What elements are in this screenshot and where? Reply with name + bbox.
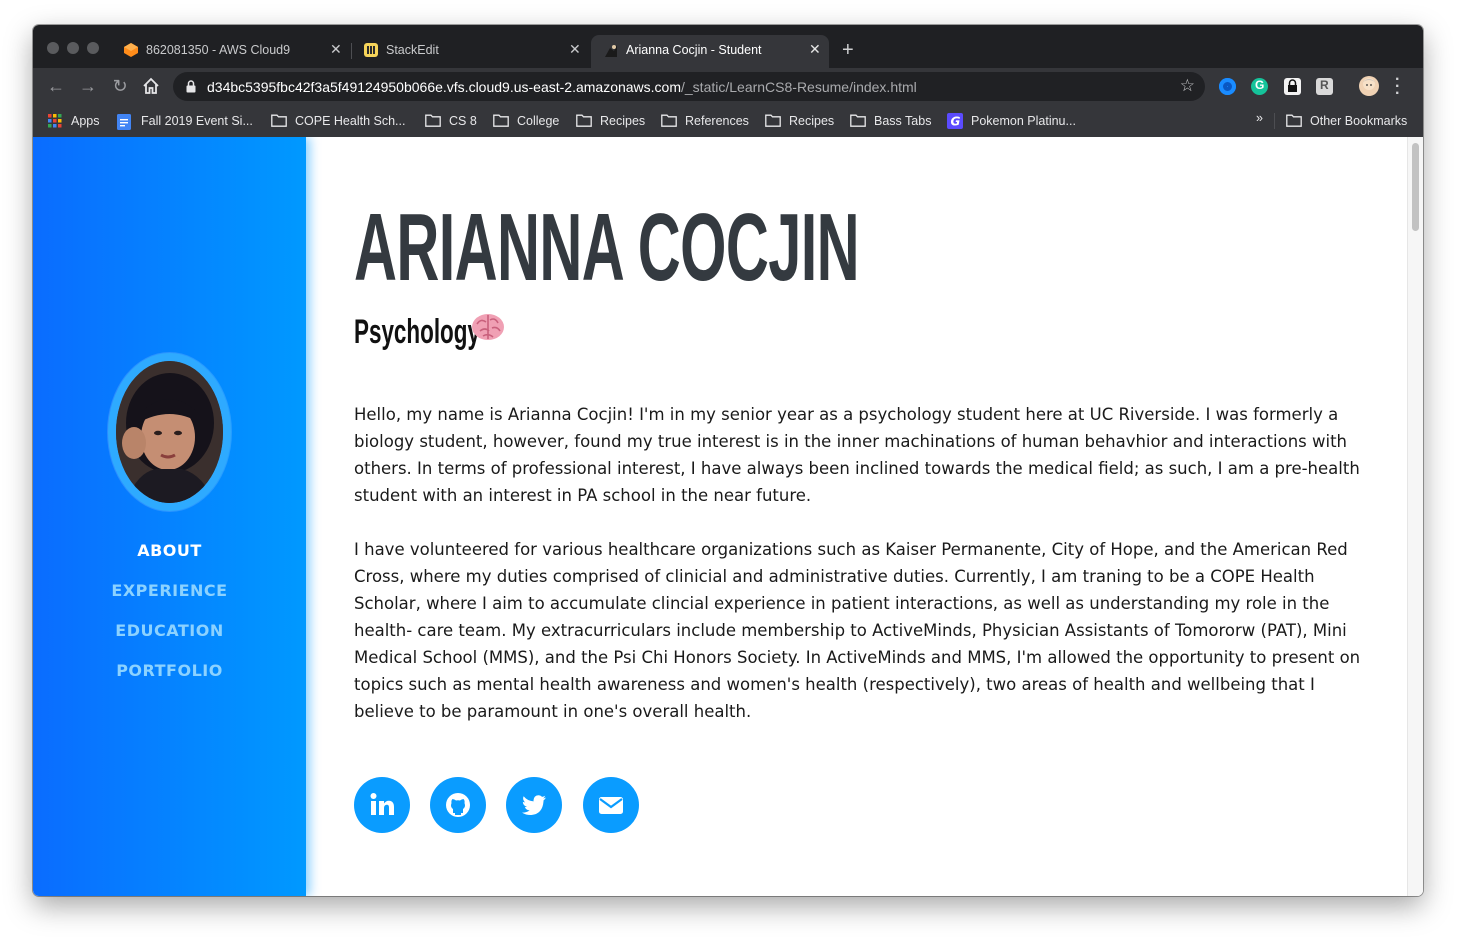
url-path: /_static/LearnCS8-Resume/index.html (681, 79, 917, 95)
bookmarks-overflow-label: » (1256, 111, 1263, 125)
page-title: ARIANNA COCJIN (354, 194, 860, 301)
lock-icon (186, 80, 196, 93)
brain-icon (472, 314, 504, 340)
tab-arianna-cocjin[interactable]: Arianna Cocjin - Student ✕ (591, 35, 829, 68)
tab-title: Arianna Cocjin - Student (626, 43, 762, 57)
nav-about[interactable]: ABOUT (33, 541, 306, 560)
tab-stackedit[interactable]: StackEdit ✕ (363, 35, 588, 68)
bookmarks-separator (1274, 113, 1275, 129)
profile-avatar-icon[interactable] (1359, 76, 1379, 96)
forward-icon[interactable]: → (77, 75, 99, 97)
linkedin-button[interactable] (354, 777, 410, 833)
bookmark-label: Other Bookmarks (1310, 114, 1408, 128)
subtitle: Psychology (354, 313, 480, 351)
scrollbar-thumb[interactable] (1412, 143, 1419, 231)
grammarly-icon[interactable]: G (1251, 78, 1268, 95)
avatar (116, 361, 223, 503)
new-tab-button[interactable]: + (842, 39, 854, 61)
close-tab-icon[interactable]: ✕ (569, 41, 581, 58)
page-scrollbar[interactable] (1407, 137, 1423, 896)
github-icon (446, 793, 470, 817)
google-docs-icon (117, 114, 131, 130)
browser-toolbar: ← → ↻ d34bc5395fbc42f3a5f49124950b066e.v… (33, 68, 1423, 105)
close-tab-icon[interactable]: ✕ (809, 41, 821, 58)
bookmark-label: Recipes (789, 114, 835, 128)
svg-text:G: G (951, 115, 961, 129)
address-bar[interactable]: d34bc5395fbc42f3a5f49124950b066e.vfs.clo… (173, 72, 1205, 101)
email-button[interactable] (583, 777, 639, 833)
bookmarks-bar: Apps Fall 2019 Event Si... COPE Health S… (33, 105, 1423, 138)
folder-icon (425, 114, 441, 127)
tab-aws-cloud9[interactable]: 862081350 - AWS Cloud9 ✕ (123, 35, 348, 68)
close-tab-icon[interactable]: ✕ (330, 41, 342, 58)
bookmark-label: Fall 2019 Event Si... (141, 114, 253, 128)
bookmarks-overflow-button[interactable]: » (1256, 111, 1263, 129)
tab-title: 862081350 - AWS Cloud9 (146, 43, 291, 57)
chrome-menu-icon[interactable]: · · · (1395, 72, 1400, 102)
bookmark-label: References (685, 114, 749, 128)
tab-separator (351, 43, 352, 59)
extension-blue-icon[interactable] (1219, 78, 1236, 95)
nav-experience[interactable]: EXPERIENCE (33, 581, 306, 600)
page-viewport: ABOUT EXPERIENCE EDUCATION PORTFOLIO ARI… (33, 137, 1423, 896)
extension-r-icon[interactable]: R (1316, 78, 1333, 95)
bookmark-label: Bass Tabs (874, 114, 932, 128)
folder-icon (1286, 114, 1302, 127)
url-host: d34bc5395fbc42f3a5f49124950b066e.vfs.clo… (207, 79, 681, 95)
folder-icon (765, 114, 781, 127)
bookmark-label: Apps (71, 114, 100, 128)
bookmark-label: Pokemon Platinu... (971, 114, 1076, 128)
reload-icon[interactable]: ↻ (109, 75, 131, 97)
zoom-window-button[interactable] (87, 42, 99, 54)
sidebar: ABOUT EXPERIENCE EDUCATION PORTFOLIO (33, 137, 306, 896)
bookmark-label: CS 8 (449, 114, 477, 128)
envelope-icon (599, 797, 623, 814)
tab-title: StackEdit (386, 43, 439, 57)
stackedit-icon (364, 43, 378, 57)
bookmark-star-icon[interactable]: ☆ (1180, 76, 1195, 96)
bookmark-label: College (517, 114, 560, 128)
nav-education[interactable]: EDUCATION (33, 621, 306, 640)
folder-icon (850, 114, 866, 127)
folder-icon (661, 114, 677, 127)
bookmark-label: COPE Health Sch... (295, 114, 406, 128)
twitter-icon (522, 795, 546, 816)
minimize-window-button[interactable] (67, 42, 79, 54)
about-paragraph-1: Hello, my name is Arianna Cocjin! I'm in… (354, 405, 1360, 505)
folder-icon (576, 114, 592, 127)
folder-icon (271, 114, 287, 127)
lock-extension-icon[interactable] (1284, 78, 1301, 95)
back-icon[interactable]: ← (45, 75, 67, 97)
close-window-button[interactable] (47, 42, 59, 54)
page-favicon (605, 45, 617, 57)
about-paragraph-2: I have volunteered for various healthcar… (354, 540, 1361, 721)
nav-portfolio[interactable]: PORTFOLIO (33, 661, 306, 680)
apps-grid-icon (48, 114, 62, 128)
home-icon[interactable] (140, 75, 162, 97)
avatar-frame (108, 353, 231, 511)
browser-window: 862081350 - AWS Cloud9 ✕ StackEdit ✕ Ari… (33, 25, 1423, 896)
twitter-button[interactable] (506, 777, 562, 833)
bookmark-label: Recipes (600, 114, 646, 128)
linkedin-icon (370, 793, 394, 815)
aws-cloud9-icon (124, 43, 138, 57)
url-text: d34bc5395fbc42f3a5f49124950b066e.vfs.clo… (207, 79, 917, 95)
folder-icon (493, 114, 509, 127)
pokemon-site-icon: G (947, 113, 963, 129)
github-button[interactable] (430, 777, 486, 833)
tab-strip: 862081350 - AWS Cloud9 ✕ StackEdit ✕ Ari… (33, 25, 1423, 68)
